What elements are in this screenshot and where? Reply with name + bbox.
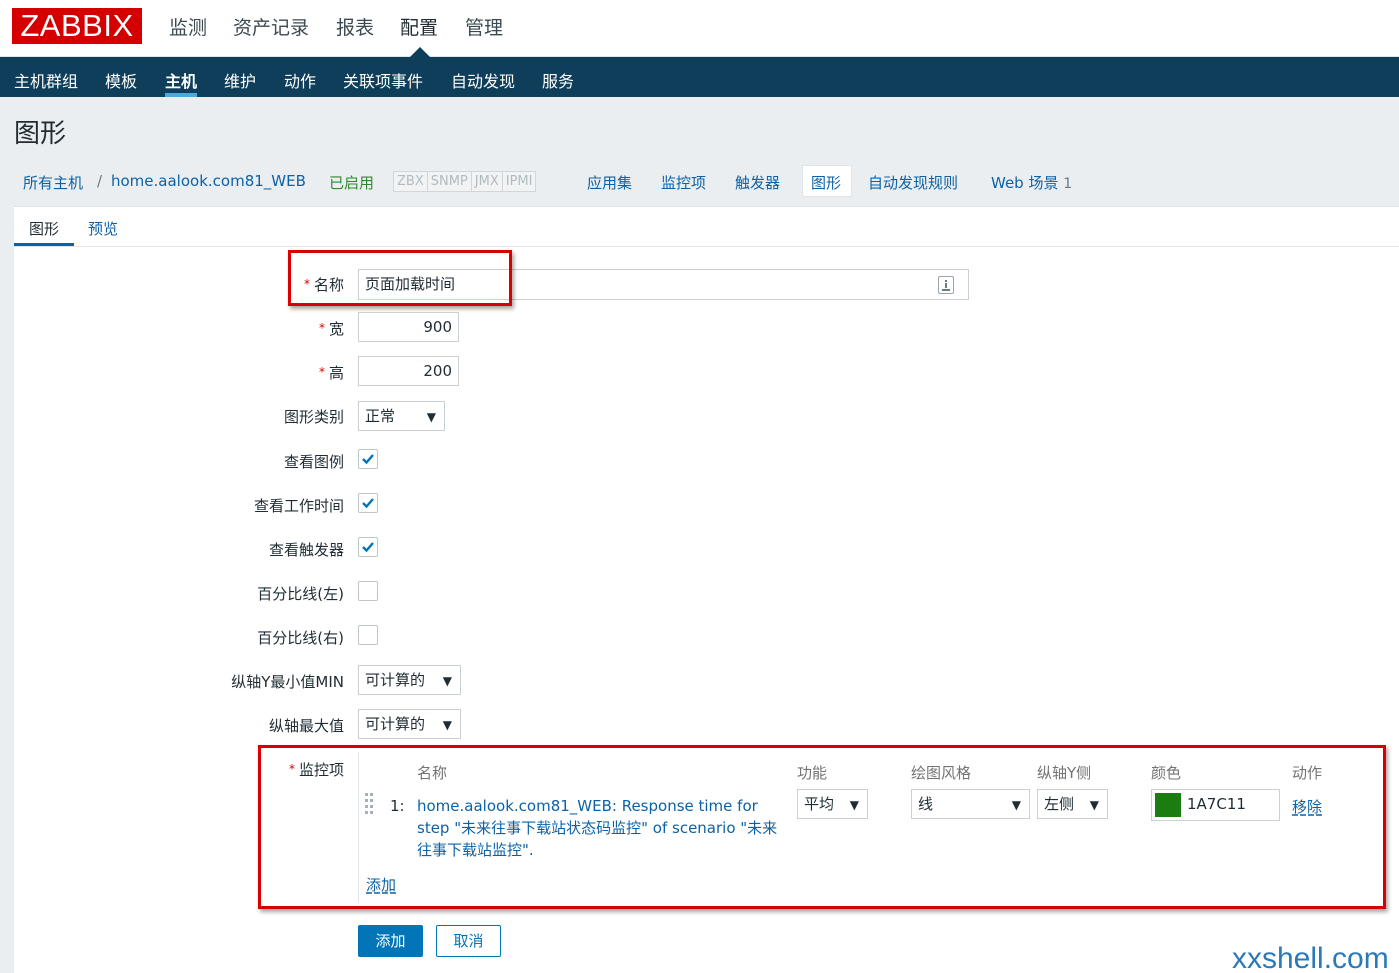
topmenu-inventory[interactable]: 资产记录 — [233, 13, 309, 40]
graph-type-value: 正常 — [365, 407, 396, 425]
availability-indicators: ZBX SNMP JMX IPMI — [393, 171, 537, 192]
tab-preview[interactable]: 预览 — [88, 218, 118, 239]
tab-graph[interactable]: 图形 — [29, 218, 59, 239]
required-mark: * — [318, 365, 325, 379]
topmenu-administration[interactable]: 管理 — [465, 13, 503, 40]
breadcrumb-graphs[interactable]: 图形 — [811, 172, 841, 193]
breadcrumb-triggers[interactable]: 触发器 — [735, 172, 780, 193]
show-triggers-checkbox[interactable] — [358, 537, 378, 557]
chevron-down-icon: ▼ — [442, 674, 452, 688]
height-input[interactable]: 200 — [358, 356, 459, 386]
input-method-icon[interactable] — [938, 276, 954, 294]
percentile-left-checkbox[interactable] — [358, 581, 378, 601]
zabbix-logo[interactable]: ZABBIX — [12, 8, 142, 44]
percentile-right-checkbox[interactable] — [358, 625, 378, 645]
submenu-host-groups[interactable]: 主机群组 — [14, 68, 78, 92]
submenu-actions[interactable]: 动作 — [284, 68, 316, 92]
ipmi-availability: IPMI — [505, 174, 533, 189]
show-work-period-checkbox[interactable] — [358, 493, 378, 513]
checkmark-icon — [362, 454, 374, 465]
breadcrumb-discovery-rules[interactable]: 自动发现规则 — [868, 172, 958, 193]
ymax-label: 纵轴最大值 — [268, 717, 344, 735]
zbx-availability: ZBX — [394, 172, 428, 191]
show-legend-label: 查看图例 — [283, 453, 344, 471]
breadcrumb-all-hosts[interactable]: 所有主机 — [23, 172, 83, 193]
ymin-label: 纵轴Y最小值MIN — [231, 673, 344, 691]
submenu-maintenance[interactable]: 维护 — [224, 68, 256, 92]
active-menu-caret — [410, 47, 430, 57]
width-input[interactable]: 900 — [358, 312, 459, 342]
graph-type-select[interactable]: 正常 ▼ — [358, 401, 445, 431]
graph-type-label: 图形类别 — [283, 408, 344, 426]
ymax-value: 可计算的 — [365, 715, 426, 733]
show-triggers-label: 查看触发器 — [268, 541, 344, 559]
show-legend-checkbox[interactable] — [358, 449, 378, 469]
breadcrumb-host[interactable]: home.aalook.com81_WEB — [111, 172, 306, 190]
host-breadcrumb-bar: 所有主机 / home.aalook.com81_WEB 已启用 ZBX SNM… — [14, 153, 1399, 206]
highlight-box-items — [258, 745, 1386, 909]
breadcrumb-separator: / — [97, 172, 103, 190]
ymin-select[interactable]: 可计算的 ▼ — [358, 665, 461, 695]
required-mark: * — [318, 321, 325, 335]
web-scenarios-count: 1 — [1063, 176, 1073, 192]
submenu-hosts[interactable]: 主机 — [165, 68, 197, 92]
height-label-text: 高 — [328, 364, 344, 382]
submenu-event-correlation[interactable]: 关联项事件 — [343, 68, 423, 92]
cancel-button[interactable]: 取消 — [436, 925, 501, 957]
topmenu-monitoring[interactable]: 监测 — [169, 13, 207, 40]
host-status[interactable]: 已启用 — [329, 172, 374, 193]
breadcrumb-web-scenarios[interactable]: Web 场景 1 — [991, 172, 1072, 193]
width-label-text: 宽 — [328, 320, 344, 338]
jmx-availability: JMX — [472, 172, 503, 191]
snmp-availability: SNMP — [428, 172, 472, 191]
breadcrumb-applications[interactable]: 应用集 — [587, 172, 632, 193]
submenu-services[interactable]: 服务 — [542, 68, 574, 92]
ymin-value: 可计算的 — [365, 671, 426, 689]
submenu-discovery[interactable]: 自动发现 — [451, 68, 515, 92]
percentile-right-label: 百分比线(右) — [257, 629, 344, 647]
chevron-down-icon: ▼ — [442, 718, 452, 732]
submit-add-button[interactable]: 添加 — [358, 925, 423, 957]
percentile-left-label: 百分比线(左) — [257, 585, 344, 603]
highlight-box-name — [288, 250, 512, 306]
tabs-divider — [14, 246, 1399, 247]
width-label: * 宽 — [250, 318, 344, 339]
checkmark-icon — [362, 542, 374, 553]
topmenu-configuration[interactable]: 配置 — [400, 13, 438, 40]
page-title: 图形 — [14, 119, 67, 149]
topmenu-reports[interactable]: 报表 — [336, 13, 374, 40]
submenu-templates[interactable]: 模板 — [105, 68, 137, 92]
chevron-down-icon: ▼ — [426, 410, 436, 424]
top-header: ZABBIX 监测 资产记录 报表 配置 管理 — [0, 0, 1399, 57]
sub-menu-bar: 主机群组 模板 主机 维护 动作 关联项事件 自动发现 服务 — [0, 57, 1399, 97]
show-work-period-label: 查看工作时间 — [253, 497, 344, 515]
active-submenu-indicator — [165, 93, 197, 97]
watermark: xxshell.com — [1232, 942, 1389, 973]
checkmark-icon — [362, 498, 374, 509]
ymax-select[interactable]: 可计算的 ▼ — [358, 709, 461, 739]
breadcrumb-items[interactable]: 监控项 — [661, 172, 706, 193]
height-label: * 高 — [250, 362, 344, 383]
web-scenarios-label: Web 场景 — [991, 174, 1059, 192]
